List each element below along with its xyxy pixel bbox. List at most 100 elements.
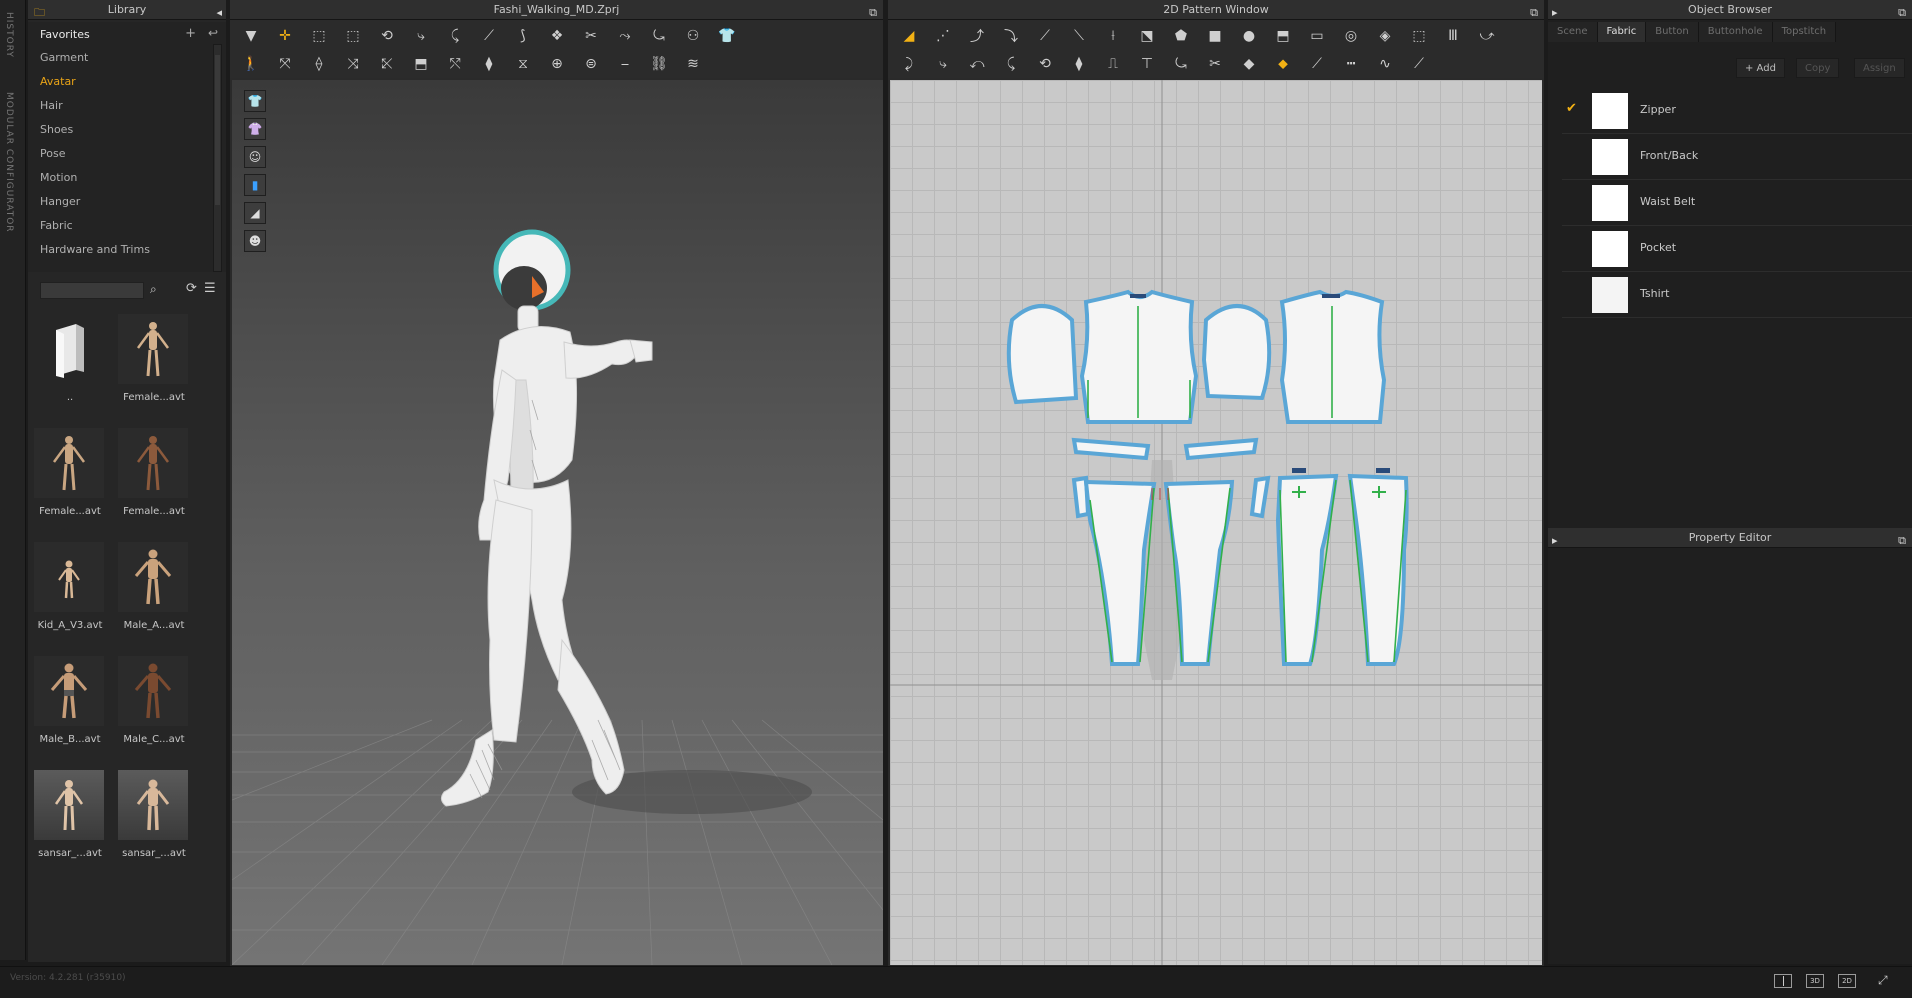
garment-display-icon[interactable]: 👕 (244, 90, 266, 112)
topstitch-icon[interactable]: ⎯ (613, 52, 637, 76)
move-down-tool-icon[interactable]: ▼ (239, 24, 263, 48)
copy-fabric-button[interactable]: Copy (1796, 58, 1840, 78)
internal-circle-icon[interactable]: ◎ (1339, 24, 1363, 48)
add-point-icon[interactable]: ⟋ (1033, 24, 1057, 48)
measure-display-icon[interactable]: ◢ (244, 202, 266, 224)
steam-tool-icon[interactable]: ❖ (545, 24, 569, 48)
library-menu-hanger[interactable]: Hanger (28, 190, 226, 214)
edit-point-icon[interactable]: ⋰ (931, 24, 955, 48)
polygon-icon[interactable]: ⬟ (1169, 24, 1193, 48)
library-menu-pose[interactable]: Pose (28, 142, 226, 166)
edit-sewing-icon[interactable]: ⤹ (999, 52, 1023, 76)
library-item-avatar[interactable]: Male_A...avt (112, 542, 196, 652)
library-search-input[interactable] (40, 282, 144, 299)
seam-tool-icon[interactable]: ⤸ (897, 52, 921, 76)
split-view-icon[interactable] (1774, 974, 1792, 988)
tab-button[interactable]: Button (1646, 22, 1699, 42)
library-menu-motion[interactable]: Motion (28, 166, 226, 190)
tack-icon[interactable]: ⤲ (443, 52, 467, 76)
zipper-icon[interactable]: ⛓ (647, 52, 671, 76)
sew-segment-icon[interactable]: ⤻ (1475, 24, 1499, 48)
avatar-head-icon[interactable]: ☻ (244, 230, 266, 252)
expand-right-icon[interactable]: ▸ (1552, 3, 1558, 23)
tab-topstitch[interactable]: Topstitch (1772, 22, 1837, 42)
fold-arrangement-icon[interactable]: ⤿ (647, 24, 671, 48)
library-menu-hardware-and-trims[interactable]: Hardware and Trims (28, 238, 226, 262)
fabric-display-icon[interactable]: 👚 (244, 118, 266, 140)
edit-tack-icon[interactable]: ⧖ (511, 52, 535, 76)
transform-pattern-icon[interactable]: ◢ (897, 24, 921, 48)
expand-right-icon[interactable]: ▸ (1552, 531, 1558, 551)
refresh-icon[interactable]: ⟳ (186, 281, 197, 296)
tack-on-avatar-icon[interactable]: ⧫ (477, 52, 501, 76)
puckering-2d-icon[interactable]: ∿ (1373, 52, 1397, 76)
circumference-icon[interactable]: ⤨ (341, 52, 365, 76)
pleat-icon[interactable]: ⬚ (1407, 24, 1431, 48)
shirt-icon[interactable]: 👕 (715, 24, 739, 48)
multi-sew-icon[interactable]: ⤺ (965, 52, 989, 76)
fold-arrange-icon[interactable]: ⤿ (1169, 52, 1193, 76)
list-view-icon[interactable]: ☰ (204, 281, 216, 296)
cut-icon[interactable]: ✂ (1203, 52, 1227, 76)
tape-tool-icon[interactable]: ⟆ (511, 24, 535, 48)
library-menu-scrollbar[interactable] (213, 44, 222, 272)
internal-line-icon[interactable]: ⟊ (1101, 24, 1125, 48)
rectangle-icon[interactable]: ■ (1203, 24, 1227, 48)
texture-display-icon[interactable]: ▮ (244, 174, 266, 196)
3d-view-button[interactable]: 3D (1806, 974, 1824, 988)
assign-fabric-button[interactable]: Assign (1854, 58, 1905, 78)
fold-tool-icon[interactable]: ⟲ (375, 24, 399, 48)
button-2d-icon[interactable]: ⟋ (1305, 52, 1329, 76)
list-item[interactable]: Pocket (1562, 226, 1912, 272)
transform-tool-icon[interactable]: ✛ (273, 24, 297, 48)
graphic-icon[interactable]: ⬥ (1271, 52, 1295, 76)
notch-icon[interactable]: ⊤ (1135, 52, 1159, 76)
shrink-tool-icon[interactable]: ✂ (579, 24, 603, 48)
library-item-folder[interactable]: .. (28, 314, 112, 424)
library-menu-avatar[interactable]: Avatar (28, 70, 226, 94)
free-sew-icon[interactable]: ⤷ (931, 52, 955, 76)
edit-arrangement-icon[interactable]: ⤧ (273, 52, 297, 76)
buttonhole-icon[interactable]: ⊜ (579, 52, 603, 76)
tab-fabric[interactable]: Fabric (1597, 22, 1647, 42)
pin-tool-icon[interactable]: ⤷ (409, 24, 433, 48)
2d-pattern-viewport[interactable] (890, 80, 1542, 965)
tack-2d-icon[interactable]: ⧫ (1067, 52, 1091, 76)
undock-icon[interactable]: ⧉ (1898, 3, 1906, 23)
add-favorite-icon[interactable]: + (185, 26, 196, 41)
library-item-avatar[interactable]: sansar_...avt (28, 770, 112, 880)
trace-icon[interactable]: ⬔ (1135, 24, 1159, 48)
library-item-avatar[interactable]: Kid_A_V3.avt (28, 542, 112, 652)
internal-rectangle-icon[interactable]: ▭ (1305, 24, 1329, 48)
check-sewing-icon[interactable]: ⟲ (1033, 52, 1057, 76)
library-menu-garment[interactable]: Garment (28, 46, 226, 70)
pin-box-icon[interactable]: ⤹ (443, 24, 467, 48)
tab-buttonhole[interactable]: Buttonhole (1698, 22, 1773, 42)
library-menu-shoes[interactable]: Shoes (28, 118, 226, 142)
open-folder-icon[interactable]: 🗀 (34, 3, 45, 23)
library-item-avatar[interactable]: Female...avt (28, 428, 112, 538)
library-item-avatar[interactable]: Female...avt (112, 314, 196, 424)
gusset-icon[interactable]: ⎍ (1101, 52, 1125, 76)
collapse-left-icon[interactable]: ◂ (216, 3, 222, 23)
texture-2d-icon[interactable]: ◆ (1237, 52, 1261, 76)
topstitch-2d-icon[interactable]: ┅ (1339, 52, 1363, 76)
avatar-pose-icon[interactable]: 🚶 (239, 52, 263, 76)
curve-point-icon[interactable]: ⤵ (999, 24, 1023, 48)
library-item-avatar[interactable]: Male_B...avt (28, 656, 112, 766)
ruler-icon[interactable]: ⟋ (1407, 52, 1431, 76)
search-icon[interactable]: ⌕ (150, 282, 157, 297)
surface-measure-icon[interactable]: ⬒ (409, 52, 433, 76)
library-item-avatar[interactable]: sansar_...avt (112, 770, 196, 880)
split-line-icon[interactable]: ⟍ (1067, 24, 1091, 48)
fullscreen-icon[interactable]: ⤢ (1878, 973, 1888, 988)
garment-fit-icon[interactable]: ⚇ (681, 24, 705, 48)
puckering-icon[interactable]: ≋ (681, 52, 705, 76)
modular-configurator-tab[interactable]: MODULAR CONFIGURATOR (4, 92, 14, 233)
length-measure-icon[interactable]: ⤪ (375, 52, 399, 76)
avatar-measure-icon[interactable]: ⟠ (307, 52, 331, 76)
library-menu-fabric[interactable]: Fabric (28, 214, 226, 238)
list-item[interactable]: Tshirt (1562, 272, 1912, 318)
list-item[interactable]: Front/Back (1562, 134, 1912, 180)
add-fabric-button[interactable]: + Add (1736, 58, 1785, 78)
